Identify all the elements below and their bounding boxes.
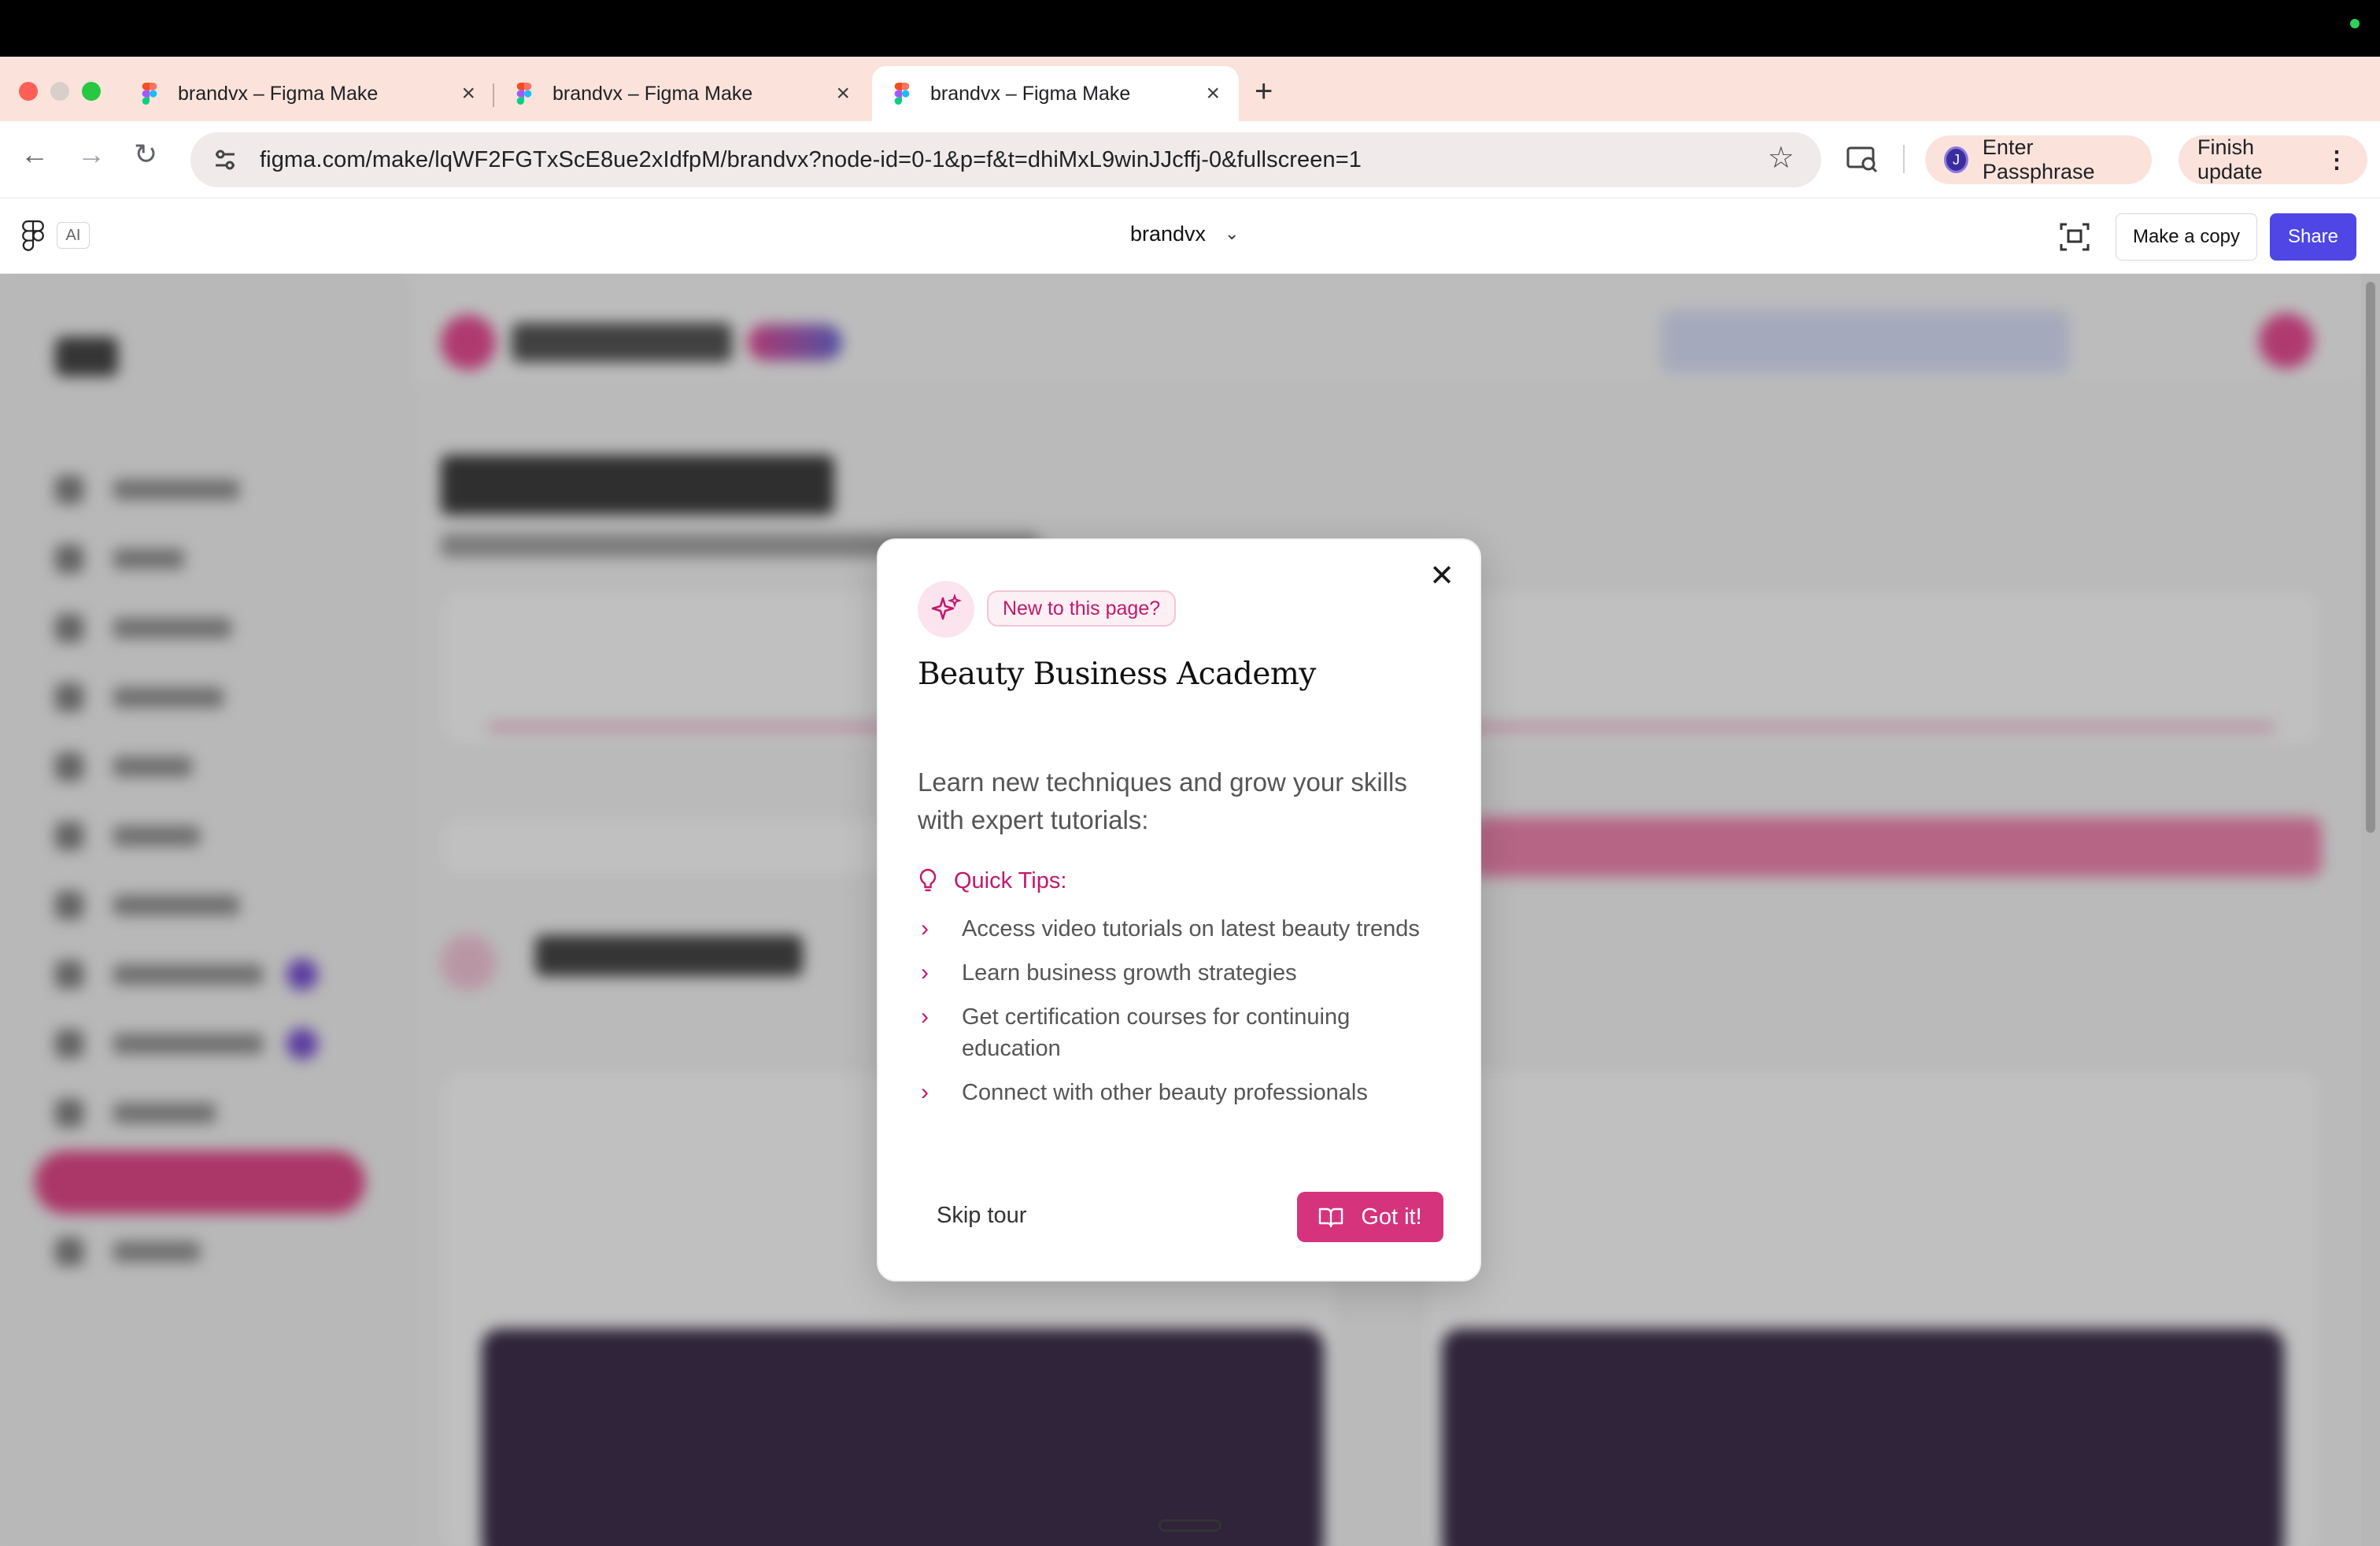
present-frame-icon[interactable]: [2059, 222, 2090, 252]
tip-text: Get certification courses for continuing…: [962, 1004, 1351, 1061]
profile-avatar: J: [1944, 146, 1968, 173]
more-vert-icon[interactable]: ⋮: [2325, 146, 2349, 174]
url-text: figma.com/make/lqWF2FGTxScE8ue2xIdfpM/br…: [260, 146, 1362, 172]
reload-icon[interactable]: ↻: [134, 140, 157, 168]
chevron-right-icon: ›: [921, 1004, 929, 1030]
toolbar-divider: [1903, 145, 1905, 173]
screen-search-icon[interactable]: [1845, 142, 1879, 176]
chevron-right-icon: ›: [921, 915, 929, 941]
tab-title: brandvx – Figma Make: [930, 82, 1131, 105]
camera-indicator: [2350, 19, 2360, 28]
got-it-button[interactable]: Got it!: [1297, 1192, 1443, 1242]
new-page-badge: New to this page?: [987, 590, 1177, 627]
chevron-right-icon: ›: [921, 1079, 929, 1105]
browser-tab[interactable]: brandvx – Figma Make ×: [120, 68, 494, 120]
bottom-handle: [1159, 1519, 1221, 1532]
tab-close-icon[interactable]: ×: [1206, 82, 1220, 105]
figma-make-header: AI brandvx ⌄ Make a copy Share: [0, 198, 2380, 274]
lightbulb-icon: [919, 868, 937, 892]
tip-text: Learn business growth strategies: [962, 960, 1297, 986]
modal-description: Learn new techniques and grow your skill…: [918, 767, 1407, 834]
new-tab-button[interactable]: +: [1255, 76, 1273, 107]
skip-tour-button[interactable]: Skip tour: [937, 1203, 1026, 1229]
figma-logo-icon[interactable]: [22, 220, 44, 252]
sparkle-icon: [931, 594, 962, 620]
figma-favicon-icon: [142, 83, 157, 105]
finish-update-button[interactable]: Finish update ⋮: [2179, 135, 2367, 184]
forward-arrow-icon[interactable]: →: [77, 140, 105, 168]
book-open-icon: [1319, 1208, 1343, 1228]
modal-title: Beauty Business Academy: [918, 656, 1316, 692]
browser-toolbar: ← → ↻ figma.com/make/lqWF2FGTxScE8ue2xId…: [0, 121, 2380, 198]
quick-tips-heading: Quick Tips:: [918, 867, 1066, 894]
list-item: › Get certification courses for continuin…: [918, 1001, 1437, 1064]
ai-badge[interactable]: AI: [57, 222, 90, 249]
passphrase-label: Enter Passphrase: [1982, 135, 2095, 183]
menu-strip: [0, 0, 2380, 57]
close-window-button[interactable]: [19, 82, 38, 101]
close-icon[interactable]: ✕: [1426, 560, 1458, 592]
onboarding-modal: ✕ New to this page? Beauty Business Acad…: [877, 538, 1481, 1282]
tab-close-icon[interactable]: ×: [461, 82, 475, 105]
address-bar[interactable]: figma.com/make/lqWF2FGTxScE8ue2xIdfpM/br…: [190, 132, 1821, 187]
chevron-down-icon[interactable]: ⌄: [1225, 224, 1239, 244]
list-item: › Learn business growth strategies: [918, 957, 1437, 989]
browser-tab-active[interactable]: brandvx – Figma Make ×: [872, 66, 1239, 121]
make-a-copy-button[interactable]: Make a copy: [2116, 213, 2257, 261]
back-arrow-icon[interactable]: ←: [20, 140, 49, 168]
tips-list: › Access video tutorials on latest beauty…: [918, 913, 1437, 1121]
minimize-window-button[interactable]: [50, 82, 69, 101]
chevron-right-icon: ›: [921, 960, 929, 986]
site-settings-icon[interactable]: [209, 144, 241, 176]
quick-tips-label: Quick Tips:: [954, 867, 1067, 893]
figma-favicon-icon: [516, 83, 532, 105]
share-button[interactable]: Share: [2270, 213, 2356, 261]
tip-text: Connect with other beauty professionals: [962, 1080, 1368, 1105]
tab-close-icon[interactable]: ×: [836, 82, 850, 105]
browser-tab[interactable]: brandvx – Figma Make ×: [494, 68, 869, 120]
sparkle-icon-wrap: [918, 581, 974, 638]
tip-text: Access video tutorials on latest beauty …: [962, 916, 1420, 941]
tab-title: brandvx – Figma Make: [178, 82, 379, 105]
finish-update-label: Finish update: [2197, 135, 2263, 183]
got-it-label: Got it!: [1361, 1204, 1422, 1230]
browser-chrome: brandvx – Figma Make × brandvx – Figma M…: [0, 57, 2380, 198]
tab-title: brandvx – Figma Make: [552, 82, 753, 105]
figma-favicon-icon: [894, 83, 910, 105]
maximize-window-button[interactable]: [82, 82, 101, 101]
passphrase-button[interactable]: J Enter Passphrase: [1925, 135, 2152, 184]
bookmark-star-icon[interactable]: ☆: [1768, 143, 1794, 173]
list-item: › Access video tutorials on latest beauty…: [918, 913, 1437, 945]
project-name[interactable]: brandvx: [1130, 222, 1206, 246]
list-item: › Connect with other beauty professionals: [918, 1077, 1437, 1108]
window-controls: [19, 82, 101, 101]
